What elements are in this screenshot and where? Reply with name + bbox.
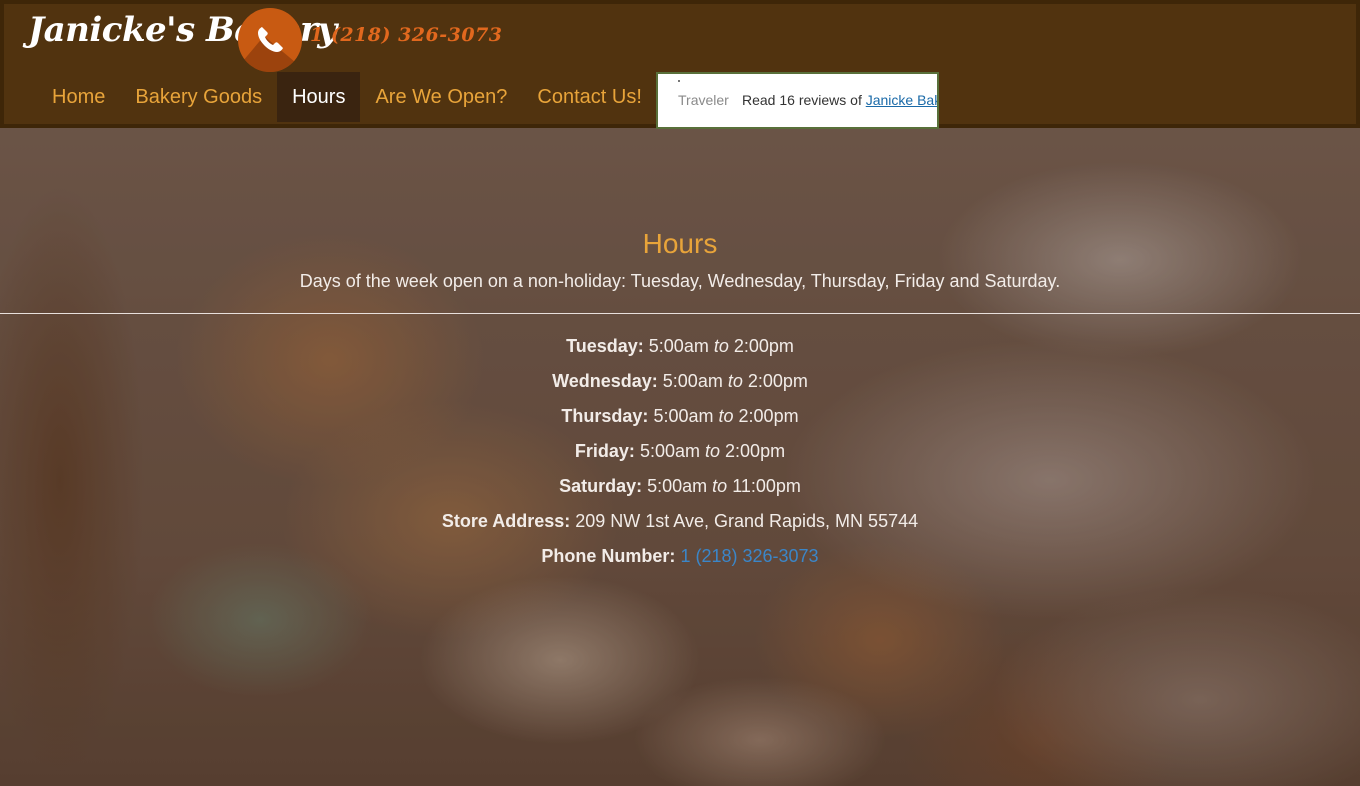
- time-separator: to: [712, 476, 728, 496]
- widget-review-link[interactable]: Janicke Bak: [866, 92, 937, 108]
- schedule-row-tuesday: Tuesday: 5:00am to 2:00pm: [0, 336, 1360, 357]
- time-separator: to: [705, 441, 721, 461]
- close-time: 11:00pm: [732, 476, 801, 496]
- nav-hours[interactable]: Hours: [277, 72, 361, 122]
- phone-label: Phone Number:: [541, 546, 676, 566]
- time-separator: to: [718, 406, 734, 426]
- day-label: Thursday:: [561, 406, 649, 426]
- close-time: 2:00pm: [747, 371, 808, 391]
- widget-brand: Traveler: [678, 92, 729, 108]
- nav-contact-us[interactable]: Contact Us!: [522, 72, 656, 122]
- close-time: 2:00pm: [738, 406, 799, 426]
- nav-bakery-goods[interactable]: Bakery Goods: [120, 72, 277, 122]
- phone-icon[interactable]: [238, 8, 302, 72]
- time-separator: to: [713, 336, 729, 356]
- schedule-row-wednesday: Wednesday: 5:00am to 2:00pm: [0, 371, 1360, 392]
- widget-logo-mark: [678, 80, 680, 82]
- schedule-row-saturday: Saturday: 5:00am to 11:00pm: [0, 476, 1360, 497]
- open-time: 5:00am: [647, 476, 708, 496]
- open-time: 5:00am: [639, 441, 700, 461]
- close-time: 2:00pm: [733, 336, 794, 356]
- page-subtitle: Days of the week open on a non-holiday: …: [299, 271, 1061, 291]
- page-title: Hours: [642, 228, 718, 259]
- widget-read-prefix: Read 16 reviews of: [742, 92, 862, 108]
- open-time: 5:00am: [653, 406, 714, 426]
- phone-number-row: Phone Number: 1 (218) 326-3073: [0, 546, 1360, 567]
- close-time: 2:00pm: [725, 441, 786, 461]
- day-label: Wednesday:: [552, 371, 658, 391]
- main-nav: Home Bakery Goods Hours Are We Open? Con…: [37, 72, 657, 122]
- tripadvisor-review-widget[interactable]: Traveler Read 16 reviews of Janicke Bak: [656, 72, 939, 129]
- open-time: 5:00am: [662, 371, 723, 391]
- day-label: Tuesday:: [566, 336, 644, 356]
- store-address-row: Store Address: 209 NW 1st Ave, Grand Rap…: [0, 511, 1360, 532]
- time-separator: to: [727, 371, 743, 391]
- widget-read-text: Read 16 reviews of Janicke Bak: [742, 92, 937, 108]
- nav-home[interactable]: Home: [37, 72, 120, 122]
- site-header: Janicke's Bakery 1 (218) 326-3073 Home B…: [0, 0, 1360, 129]
- store-address: 209 NW 1st Ave, Grand Rapids, MN 55744: [575, 511, 919, 531]
- open-time: 5:00am: [648, 336, 709, 356]
- address-label: Store Address:: [441, 511, 571, 531]
- phone-glyph: [258, 27, 283, 52]
- day-label: Friday:: [574, 441, 635, 461]
- header-phone-number[interactable]: 1 (218) 326-3073: [310, 24, 503, 46]
- nav-are-we-open[interactable]: Are We Open?: [360, 72, 522, 122]
- phone-number-link[interactable]: 1 (218) 326-3073: [680, 546, 818, 566]
- day-label: Saturday:: [559, 476, 643, 496]
- divider: [0, 313, 1360, 314]
- schedule-row-friday: Friday: 5:00am to 2:00pm: [0, 441, 1360, 462]
- schedule-row-thursday: Thursday: 5:00am to 2:00pm: [0, 406, 1360, 427]
